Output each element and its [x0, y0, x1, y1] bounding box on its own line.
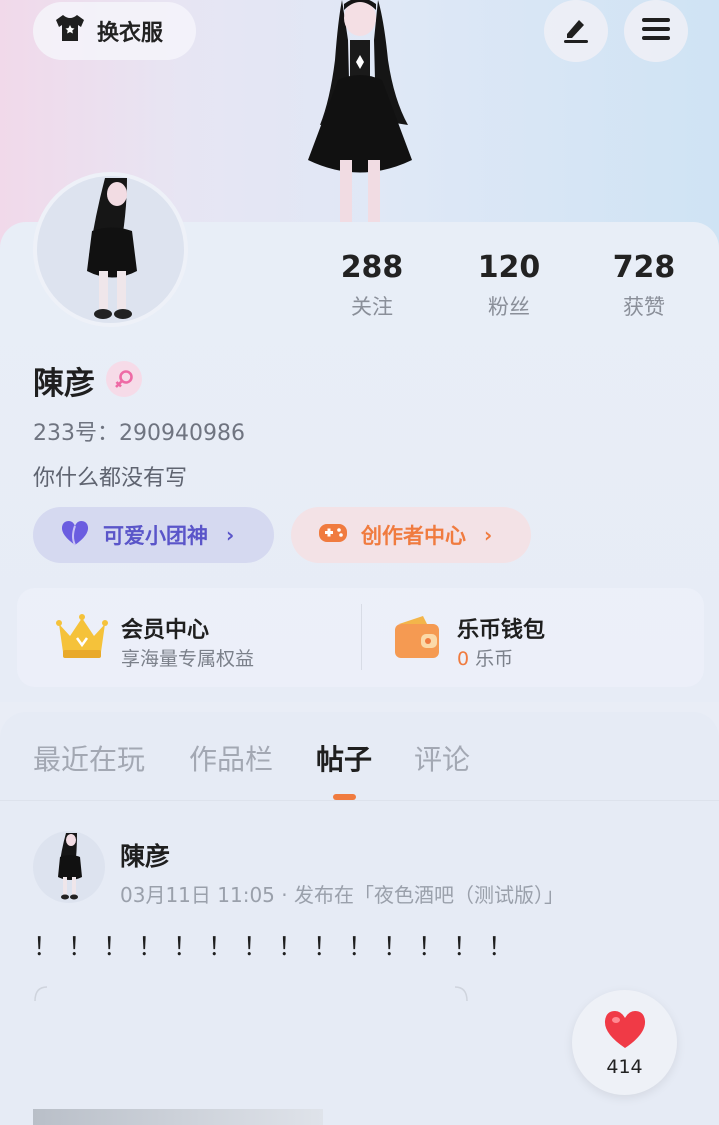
- wallet-unit: 乐币: [475, 648, 514, 670]
- tshirt-icon: [53, 13, 87, 49]
- creator-center-button[interactable]: 创作者中心 ›: [291, 507, 531, 563]
- gamepad-icon: [317, 520, 349, 551]
- female-icon: [106, 361, 142, 397]
- post-body: ！！！！！！！！！！！！！！: [33, 932, 524, 961]
- member-center-title: 会员中心: [121, 618, 210, 643]
- tab-comments[interactable]: 评论: [414, 738, 470, 778]
- change-outfit-label: 换衣服: [97, 21, 164, 46]
- member-center-subtitle: 享海量专属权益: [121, 648, 255, 670]
- stat-label: 关注: [351, 295, 393, 319]
- tab-works[interactable]: 作品栏: [189, 738, 273, 778]
- avatar-character-figure: [308, 0, 412, 222]
- user-id: 233号：290940986: [33, 421, 245, 446]
- edit-profile-button[interactable]: [544, 0, 608, 62]
- post-author-name[interactable]: 陳彦: [120, 837, 170, 873]
- profile-name: 陳彦: [33, 366, 95, 402]
- heart-badge-icon: [59, 519, 91, 552]
- stat-likes[interactable]: 728 获赞: [584, 250, 704, 321]
- menu-icon: [641, 17, 671, 45]
- wallet-icon: [393, 614, 441, 664]
- post-image[interactable]: [33, 1109, 323, 1125]
- stat-label: 获赞: [623, 295, 665, 319]
- stat-following[interactable]: 288 关注: [312, 250, 432, 321]
- like-button[interactable]: 414: [572, 990, 677, 1095]
- stat-number: 288: [340, 250, 404, 285]
- member-center-button[interactable]: 会员中心 享海量专属权益: [17, 588, 361, 687]
- creator-center-label: 创作者中心: [361, 524, 466, 548]
- cute-group-label: 可爱小团神: [103, 524, 208, 548]
- stat-label: 粉丝: [488, 295, 530, 319]
- post-avatar-figure: [58, 833, 82, 900]
- like-count: 414: [606, 1055, 643, 1078]
- change-outfit-button[interactable]: 换衣服: [33, 2, 196, 60]
- wallet-balance: 0 乐币: [457, 644, 513, 671]
- wallet-title: 乐币钱包: [457, 618, 546, 643]
- menu-button[interactable]: [624, 0, 688, 62]
- tab-posts[interactable]: 帖子: [316, 738, 372, 778]
- stat-number: 120: [477, 250, 541, 285]
- profile-bio: 你什么都没有写: [33, 466, 188, 491]
- post-image-frame: [34, 986, 468, 1002]
- chevron-right-icon: ›: [484, 523, 493, 547]
- stat-followers[interactable]: 120 粉丝: [449, 250, 569, 321]
- stat-number: 728: [612, 250, 676, 285]
- divider: [0, 800, 719, 801]
- crown-icon: [55, 612, 109, 664]
- avatar[interactable]: [33, 172, 188, 327]
- post-meta: 03月11日 11:05 · 发布在「夜色酒吧（测试版）」: [120, 883, 564, 907]
- wallet-amount: 0: [457, 648, 470, 670]
- tab-recently-played[interactable]: 最近在玩: [33, 738, 145, 778]
- post-author-avatar[interactable]: [33, 831, 105, 903]
- pen-icon: [561, 14, 591, 48]
- chevron-right-icon: ›: [226, 523, 235, 547]
- cute-group-badge-button[interactable]: 可爱小团神 ›: [33, 507, 274, 563]
- avatar-figure: [87, 178, 137, 319]
- wallet-button[interactable]: 乐币钱包 0 乐币: [361, 588, 704, 687]
- heart-icon: [602, 1008, 648, 1054]
